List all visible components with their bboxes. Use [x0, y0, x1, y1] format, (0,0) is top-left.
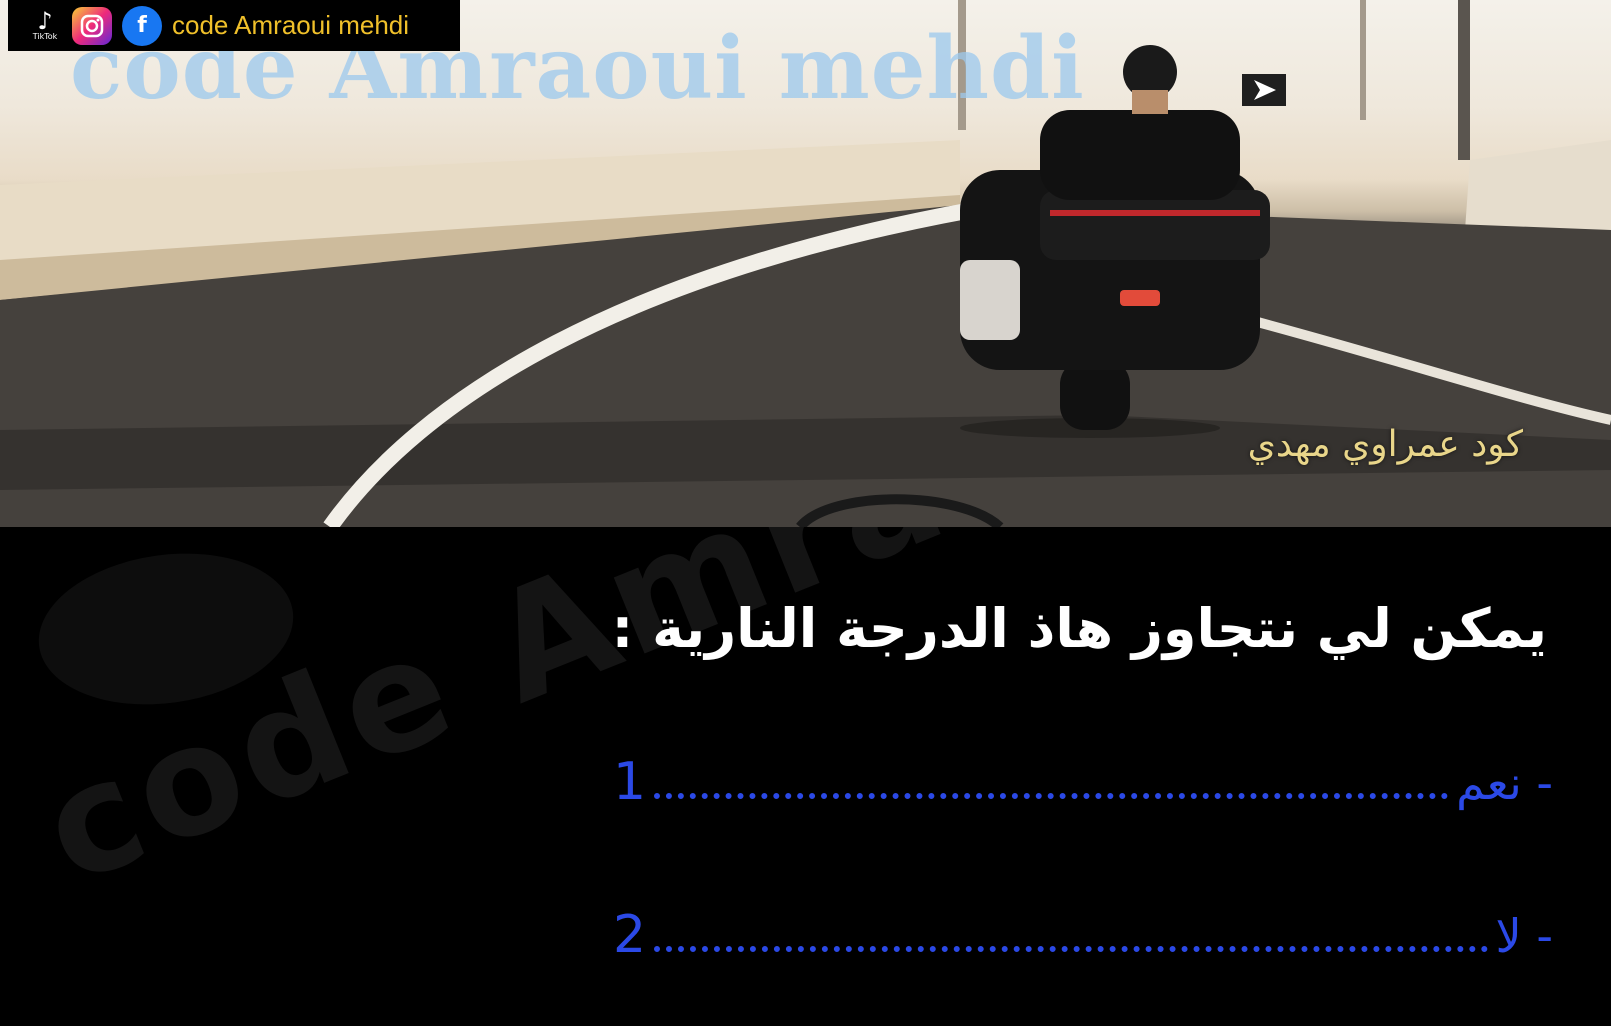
facebook-icon[interactable]: f [122, 5, 162, 46]
social-badge: ♪ TikTok f code Amraoui mehdi [8, 0, 460, 51]
quiz-panel: code Amraoui mehdi يمكن لي نتجاوز هاذ ال… [0, 527, 1611, 1026]
dotted-leader [654, 916, 1488, 952]
question-text: يمكن لي نتجاوز هاذ الدرجة النارية : [611, 597, 1547, 660]
answer-label: - لا [1495, 909, 1553, 963]
channel-name: code Amraoui mehdi [172, 10, 410, 40]
tiktok-icon[interactable]: ♪ TikTok [28, 6, 62, 46]
caption-text: كود عمراوي مهدي [1247, 424, 1523, 465]
answer-number: 1 [613, 752, 647, 812]
answer-number: 2 [613, 905, 647, 965]
answer-option-2[interactable]: 2 - لا [613, 905, 1553, 965]
dotted-leader [654, 763, 1449, 799]
answer-label: - نعم [1456, 756, 1553, 810]
instagram-icon[interactable] [72, 6, 112, 45]
answer-option-1[interactable]: 1 - نعم [613, 752, 1553, 812]
road-scene: code Amraoui mehdi كود عمراوي مهدي [0, 0, 1611, 527]
